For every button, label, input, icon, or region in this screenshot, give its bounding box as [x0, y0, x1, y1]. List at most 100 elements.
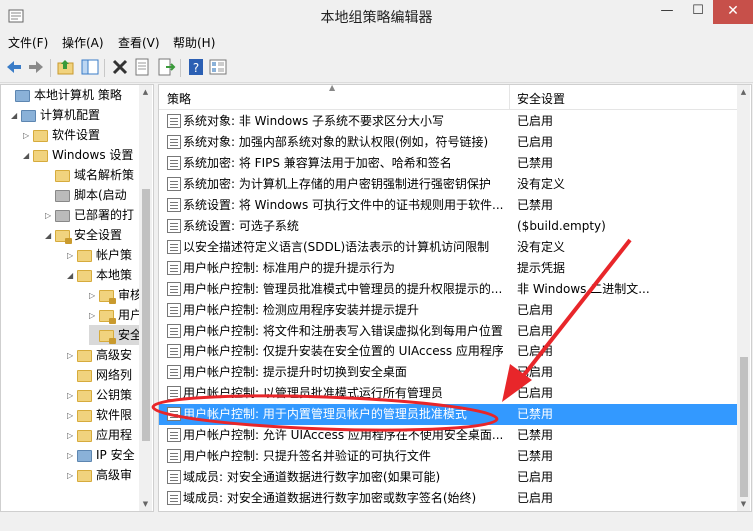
- tree-node[interactable]: ▷ 公钥策: [67, 385, 132, 405]
- policy-setting-value: 已禁用: [517, 155, 554, 170]
- tree-node[interactable]: 脚本(启动: [45, 185, 127, 205]
- minimize-button[interactable]: —: [651, 0, 683, 24]
- policy-name: 用户帐户控制: 检测应用程序安装并提示提升: [183, 302, 419, 317]
- tree-pane[interactable]: 本地计算机 策略 ◢ 计算机配置 ▷ 软件设置 ◢ Windows 设置 域名解析策 …: [0, 84, 154, 512]
- menu-action[interactable]: 操作(A): [62, 34, 104, 51]
- folder-icon: [33, 149, 48, 162]
- policy-list-pane[interactable]: ▲ 策略 安全设置 系统对象: 非 Windows 子系统不要求区分大小写 已启用…: [158, 84, 752, 512]
- tree-node-selected[interactable]: 安全: [89, 325, 143, 345]
- table-row[interactable]: 用户帐户控制: 以管理员批准模式运行所有管理员 已启用: [159, 383, 737, 404]
- policy-icon: [167, 260, 181, 275]
- expand-arrow-icon[interactable]: ▷: [67, 246, 77, 266]
- export-list-icon[interactable]: [156, 57, 176, 77]
- tree-node[interactable]: ◢ 计算机配置: [11, 105, 100, 125]
- list-scrollbar[interactable]: ▲ ▼: [737, 85, 750, 511]
- tree-scrollbar[interactable]: ▲ ▼: [139, 85, 152, 511]
- properties-icon[interactable]: [132, 57, 152, 77]
- table-row[interactable]: 系统设置: 将 Windows 可执行文件中的证书规则用于软件... 已禁用: [159, 195, 737, 216]
- table-row[interactable]: 系统设置: 可选子系统 ($build.empty): [159, 216, 737, 237]
- tree-node[interactable]: ▷ 高级安: [67, 345, 132, 365]
- policy-setting-value: 已启用: [517, 344, 554, 359]
- table-row[interactable]: 用户帐户控制: 管理员批准模式中管理员的提升权限提示的... 非 Windows …: [159, 279, 737, 300]
- table-row[interactable]: 系统加密: 将 FIPS 兼容算法用于加密、哈希和签名 已禁用: [159, 153, 737, 174]
- scroll-down-icon[interactable]: ▼: [139, 497, 152, 511]
- expand-arrow-icon[interactable]: ▷: [89, 306, 99, 326]
- table-row[interactable]: 系统对象: 加强内部系统对象的默认权限(例如，符号链接) 已启用: [159, 132, 737, 153]
- tree-node[interactable]: 网络列: [67, 365, 132, 385]
- policy-setting-value: 已启用: [517, 114, 554, 128]
- policy-name: 系统设置: 将 Windows 可执行文件中的证书规则用于软件...: [183, 197, 503, 212]
- menu-view[interactable]: 查看(V): [118, 34, 160, 51]
- up-folder-icon[interactable]: [56, 57, 76, 77]
- table-row[interactable]: 系统对象: 非 Windows 子系统不要求区分大小写 已启用: [159, 111, 737, 132]
- expand-arrow-icon[interactable]: ▷: [67, 426, 77, 446]
- policy-icon: [167, 197, 181, 212]
- table-row[interactable]: 系统加密: 为计算机上存储的用户密钥强制进行强密钥保护 没有定义: [159, 174, 737, 195]
- expand-arrow-icon[interactable]: ◢: [11, 106, 21, 126]
- delete-icon[interactable]: [110, 57, 130, 77]
- policy-name: 用户帐户控制: 允许 UIAccess 应用程序在不使用安全桌面...: [183, 428, 503, 443]
- expand-arrow-icon[interactable]: ▷: [45, 206, 55, 226]
- expand-arrow-icon[interactable]: ▷: [67, 466, 77, 486]
- tree-node[interactable]: ▷ 软件设置: [23, 125, 100, 145]
- expand-arrow-icon[interactable]: ▷: [89, 286, 99, 306]
- menu-help[interactable]: 帮助(H): [173, 34, 215, 51]
- expand-arrow-icon[interactable]: ▷: [67, 386, 77, 406]
- table-row[interactable]: 用户帐户控制: 允许 UIAccess 应用程序在不使用安全桌面... 已禁用: [159, 425, 737, 446]
- forward-icon[interactable]: [26, 57, 46, 77]
- close-button[interactable]: ✕: [713, 0, 753, 24]
- tree-node[interactable]: ◢ 本地策: [67, 265, 132, 285]
- policy-name: 域成员: 对安全通道数据进行数字加密(如果可能): [183, 470, 441, 485]
- policy-icon: [167, 365, 181, 380]
- tree-node[interactable]: ▷ IP 安全: [67, 445, 135, 465]
- expand-arrow-icon[interactable]: ◢: [23, 146, 33, 166]
- policy-icon: [167, 134, 181, 149]
- expand-arrow-icon[interactable]: ▷: [67, 406, 77, 426]
- menu-file[interactable]: 文件(F): [8, 34, 48, 51]
- tree-node[interactable]: ▷ 软件限: [67, 405, 132, 425]
- scroll-thumb[interactable]: [142, 189, 150, 441]
- table-row[interactable]: 用户帐户控制: 提示提升时切换到安全桌面 已启用: [159, 362, 737, 383]
- tree-node[interactable]: 域名解析策: [45, 165, 134, 185]
- expand-arrow-icon[interactable]: ▷: [67, 346, 77, 366]
- table-row[interactable]: 以安全描述符定义语言(SDDL)语法表示的计算机访问限制 没有定义: [159, 237, 737, 258]
- scroll-down-icon[interactable]: ▼: [737, 497, 750, 511]
- expand-arrow-icon[interactable]: ◢: [45, 226, 55, 246]
- tree-node[interactable]: ▷ 已部署的打: [45, 205, 134, 225]
- tree-node[interactable]: 本地计算机 策略: [5, 85, 122, 105]
- view-icon[interactable]: [208, 57, 228, 77]
- scroll-thumb[interactable]: [740, 357, 748, 497]
- tree-node[interactable]: ▷ 审核: [89, 285, 142, 305]
- policy-name: 系统加密: 将 FIPS 兼容算法用于加密、哈希和签名: [183, 155, 452, 170]
- scroll-up-icon[interactable]: ▲: [737, 85, 750, 99]
- tree-node[interactable]: ▷ 帐户策: [67, 245, 132, 265]
- table-row[interactable]: 用户帐户控制: 标准用户的提升提示行为 提示凭据: [159, 258, 737, 279]
- tree-node[interactable]: ◢ Windows 设置: [23, 145, 133, 165]
- scroll-up-icon[interactable]: ▲: [139, 85, 152, 99]
- tree-node[interactable]: ▷ 应用程: [67, 425, 132, 445]
- policy-icon: [167, 449, 181, 464]
- help-icon[interactable]: ?: [186, 57, 206, 77]
- column-header-policy[interactable]: 策略: [167, 90, 191, 107]
- maximize-button[interactable]: ☐: [683, 0, 713, 24]
- table-row[interactable]: 用户帐户控制: 仅提升安装在安全位置的 UIAccess 应用程序 已启用: [159, 341, 737, 362]
- policy-name: 用户帐户控制: 以管理员批准模式运行所有管理员: [183, 386, 443, 401]
- show-hide-tree-icon[interactable]: [80, 57, 100, 77]
- table-row[interactable]: 用户帐户控制: 只提升签名并验证的可执行文件 已禁用: [159, 446, 737, 467]
- table-row[interactable]: 用户帐户控制: 检测应用程序安装并提示提升 已启用: [159, 300, 737, 321]
- tree-node[interactable]: ▷ 用户: [89, 305, 142, 325]
- back-icon[interactable]: [4, 57, 24, 77]
- table-row[interactable]: 用户帐户控制: 将文件和注册表写入错误虚拟化到每用户位置 已启用: [159, 321, 737, 342]
- expand-arrow-icon[interactable]: ▷: [23, 126, 33, 146]
- expand-arrow-icon[interactable]: ▷: [67, 446, 77, 466]
- tree-node[interactable]: ◢ 安全设置: [45, 225, 122, 245]
- column-header-security-setting[interactable]: 安全设置: [517, 90, 565, 107]
- table-row[interactable]: 域成员: 对安全通道数据进行数字加密或数字签名(始终) 已启用: [159, 488, 737, 509]
- folder-icon: [77, 389, 92, 402]
- expand-arrow-icon[interactable]: ◢: [67, 266, 77, 286]
- tree-node[interactable]: ▷ 高级审: [67, 465, 132, 485]
- column-divider[interactable]: [509, 85, 510, 109]
- table-row[interactable]: 域成员: 对安全通道数据进行数字加密(如果可能) 已启用: [159, 467, 737, 488]
- policy-icon: [167, 470, 181, 485]
- table-row-selected[interactable]: 用户帐户控制: 用于内置管理员帐户的管理员批准模式 已禁用: [159, 404, 737, 426]
